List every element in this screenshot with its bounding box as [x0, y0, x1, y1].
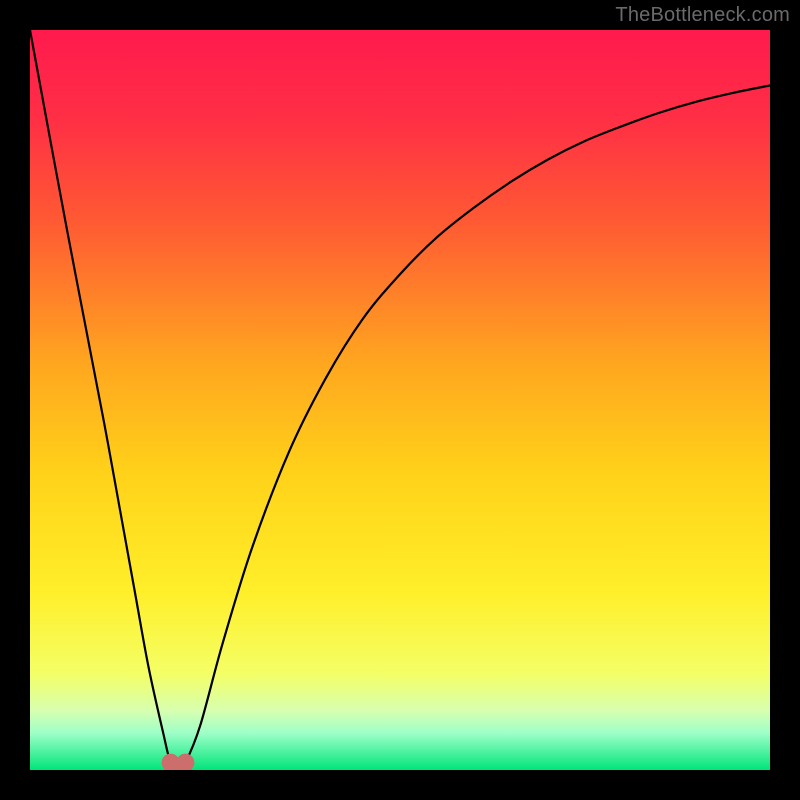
- bottleneck-curve: [30, 30, 770, 770]
- plot-area: [30, 30, 770, 770]
- curve-layer: [30, 30, 770, 770]
- minimum-markers: [162, 754, 195, 770]
- watermark: TheBottleneck.com: [615, 4, 790, 27]
- minimum-marker: [176, 754, 194, 770]
- chart-frame: TheBottleneck.com: [0, 0, 800, 800]
